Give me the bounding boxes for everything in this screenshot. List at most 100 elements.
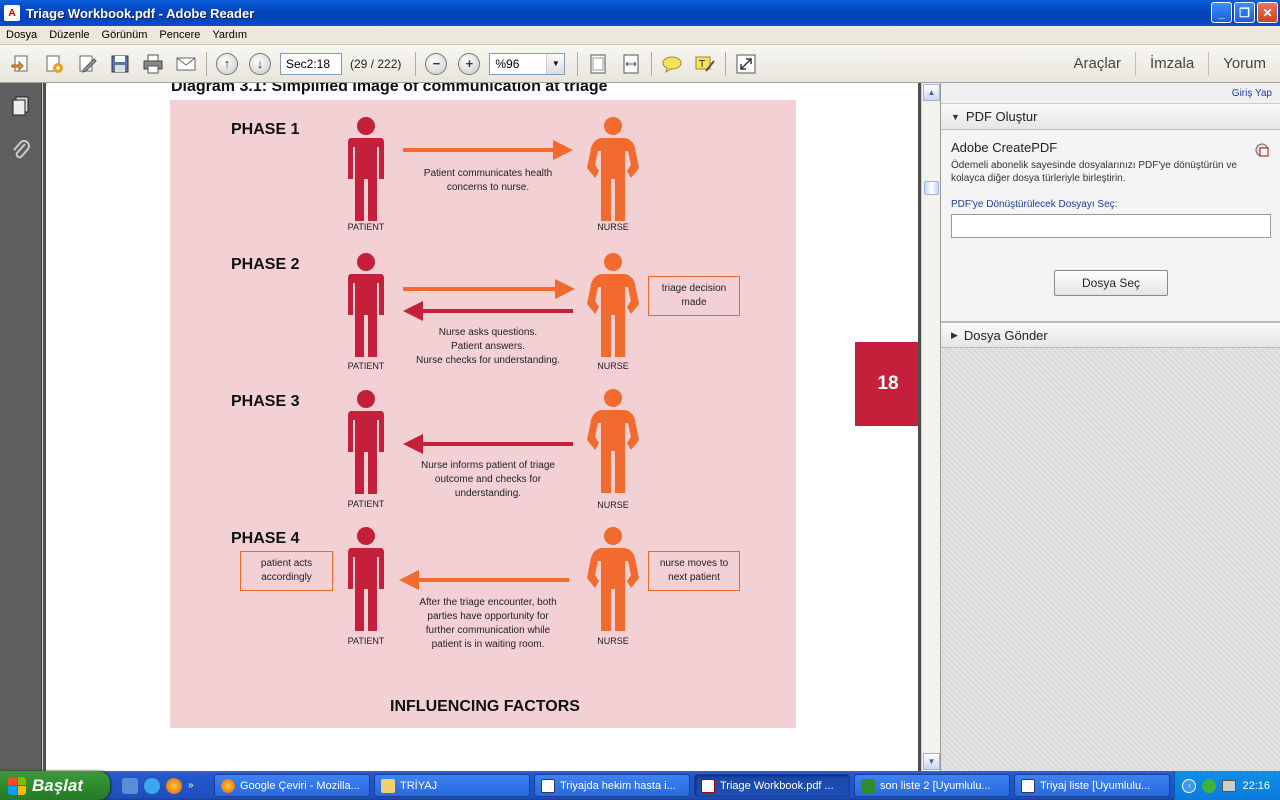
minimize-button[interactable]: _ <box>1211 2 1232 23</box>
edit-pdf-button[interactable] <box>74 51 100 77</box>
phase-3-description: Nurse informs patient of triage outcome a… <box>421 460 555 499</box>
chevron-down-icon[interactable]: ▼ <box>546 53 565 74</box>
menu-pencere[interactable]: Pencere <box>153 29 206 41</box>
zoom-in-button[interactable]: + <box>456 51 482 77</box>
start-button[interactable]: Başlat <box>0 771 110 800</box>
minus-icon: − <box>425 52 448 75</box>
zoom-input[interactable] <box>490 53 547 74</box>
patient-figure <box>348 527 384 631</box>
save-button[interactable] <box>107 51 133 77</box>
menu-dosya[interactable]: Dosya <box>0 29 43 41</box>
paperclip-icon <box>12 140 30 159</box>
highlight-text-icon: T <box>695 56 716 72</box>
taskbar-item-word-2[interactable]: Triyaj liste [Uyumlulu... <box>1014 774 1170 797</box>
nurse-label: NURSE <box>597 636 629 646</box>
createpdf-icon <box>1255 143 1269 157</box>
network-icon[interactable] <box>1202 778 1217 793</box>
patient-figure <box>348 253 384 357</box>
file-select-label: PDF'ye Dönüştürülecek Dosyayı Seç: <box>951 199 1118 210</box>
taskbar-item-folder[interactable]: TRİYAJ <box>374 774 530 797</box>
sign-button[interactable]: İmzala <box>1135 52 1208 76</box>
nurse-figure <box>587 527 639 631</box>
scroll-down-arrow[interactable]: ▼ <box>923 753 940 770</box>
folder-icon <box>381 778 395 793</box>
firefox-icon[interactable] <box>166 777 182 794</box>
nurse-label: NURSE <box>597 500 629 510</box>
previous-page-button[interactable]: ↑ <box>214 51 240 77</box>
open-file-icon <box>11 55 28 71</box>
tray-chevron-icon[interactable]: ‹ <box>1182 778 1197 793</box>
file-path-input[interactable] <box>951 214 1271 238</box>
zoom-out-button[interactable]: − <box>423 51 449 77</box>
svg-text:T: T <box>698 59 706 70</box>
print-button[interactable] <box>140 51 166 77</box>
pages-thumbnail-button[interactable] <box>8 93 34 119</box>
maximize-button[interactable]: ❐ <box>1234 2 1255 23</box>
createpdf-description: Ödemeli abonelik sayesinde dosyalarınızı… <box>951 160 1237 184</box>
select-file-button[interactable]: Dosya Seç <box>1054 270 1168 296</box>
send-file-section-header[interactable]: ▶ Dosya Gönder <box>941 322 1280 348</box>
document-viewer[interactable]: Diagram 3.1: Simplified image of communi… <box>43 83 921 771</box>
create-pdf-button[interactable] <box>41 51 67 77</box>
patient-label: PATIENT <box>347 636 385 646</box>
pdf-create-section-header[interactable]: ▼ PDF Oluştur <box>941 104 1280 130</box>
toolbar-separator <box>725 51 727 76</box>
arrowhead-left <box>399 570 419 590</box>
menu-bar: Dosya Düzenle Görünüm Pencere Yardım <box>0 26 1280 45</box>
tools-button[interactable]: Araçlar <box>1059 52 1135 76</box>
close-button[interactable]: ✕ <box>1257 2 1278 23</box>
phase-1-label: PHASE 1 <box>231 121 300 138</box>
menu-gorunum[interactable]: Görünüm <box>96 29 154 41</box>
page-number-input[interactable] <box>280 52 342 75</box>
scroll-up-arrow[interactable]: ▲ <box>923 84 940 101</box>
menu-duzenle[interactable]: Düzenle <box>43 29 95 41</box>
vertical-scrollbar[interactable]: ▲ ▼ <box>921 83 940 771</box>
envelope-icon <box>176 57 196 70</box>
nurse-moves-box: nurse moves to next patient <box>648 551 740 591</box>
createpdf-title: Adobe CreatePDF <box>951 140 1058 155</box>
attachments-button[interactable] <box>8 137 34 163</box>
triangle-right-icon: ▶ <box>951 329 958 340</box>
next-page-button[interactable]: ↓ <box>247 51 273 77</box>
pages-icon <box>12 96 28 116</box>
login-link[interactable]: Giriş Yap <box>1232 88 1272 99</box>
nurse-figure <box>587 117 639 221</box>
open-file-button[interactable] <box>8 51 34 77</box>
influencing-factors-heading: INFLUENCING FACTORS <box>390 698 580 715</box>
highlight-button[interactable]: T <box>692 51 718 77</box>
diagram-background: PHASE 1 PHASE 2 PHASE 3 PHASE 4 PATIENT … <box>170 100 796 728</box>
pdf-icon <box>701 778 715 793</box>
nurse-label: NURSE <box>597 361 629 371</box>
outlook-icon[interactable] <box>122 777 138 794</box>
taskbar-item-excel[interactable]: son liste 2 [Uyumlulu... <box>854 774 1010 797</box>
zoom-select[interactable]: ▼ <box>489 52 566 75</box>
taskbar-item-word[interactable]: Triyajda hekim hasta i... <box>534 774 690 797</box>
phase-4-description: After the triage encounter, both parties … <box>419 597 557 650</box>
email-button[interactable] <box>173 51 199 77</box>
patient-figure <box>348 390 384 494</box>
monitor-icon[interactable] <box>1222 779 1237 792</box>
plus-icon: + <box>458 52 481 75</box>
clock[interactable]: 22:16 <box>1242 780 1270 792</box>
taskbar-item-firefox[interactable]: Google Çeviri - Mozilla... <box>214 774 370 797</box>
pdf-page: Diagram 3.1: Simplified image of communi… <box>46 83 918 771</box>
comment-panel-button[interactable]: Yorum <box>1208 52 1280 76</box>
arrow-down-icon: ↓ <box>249 52 271 75</box>
diagram-title: Diagram 3.1: Simplified image of communi… <box>171 83 608 95</box>
menu-yardim[interactable]: Yardım <box>206 29 253 41</box>
comment-button[interactable] <box>659 51 685 77</box>
save-icon <box>111 55 129 72</box>
window-title: Triage Workbook.pdf - Adobe Reader <box>26 5 255 21</box>
comment-bubble-icon <box>662 56 682 73</box>
internet-explorer-icon[interactable] <box>144 777 160 794</box>
adobe-reader-icon: A <box>4 5 20 21</box>
triage-decision-box: triage decision made <box>648 276 740 316</box>
scroll-thumb[interactable] <box>924 181 939 195</box>
taskbar-item-adobe-reader[interactable]: Triage Workbook.pdf ... <box>694 774 850 797</box>
nurse-figure <box>587 389 639 493</box>
fit-width-button[interactable] <box>618 51 644 77</box>
fit-page-button[interactable] <box>585 51 611 77</box>
full-screen-button[interactable] <box>733 51 759 77</box>
phase-4-label: PHASE 4 <box>231 530 300 547</box>
chevron-right-icon[interactable]: » <box>188 780 194 791</box>
